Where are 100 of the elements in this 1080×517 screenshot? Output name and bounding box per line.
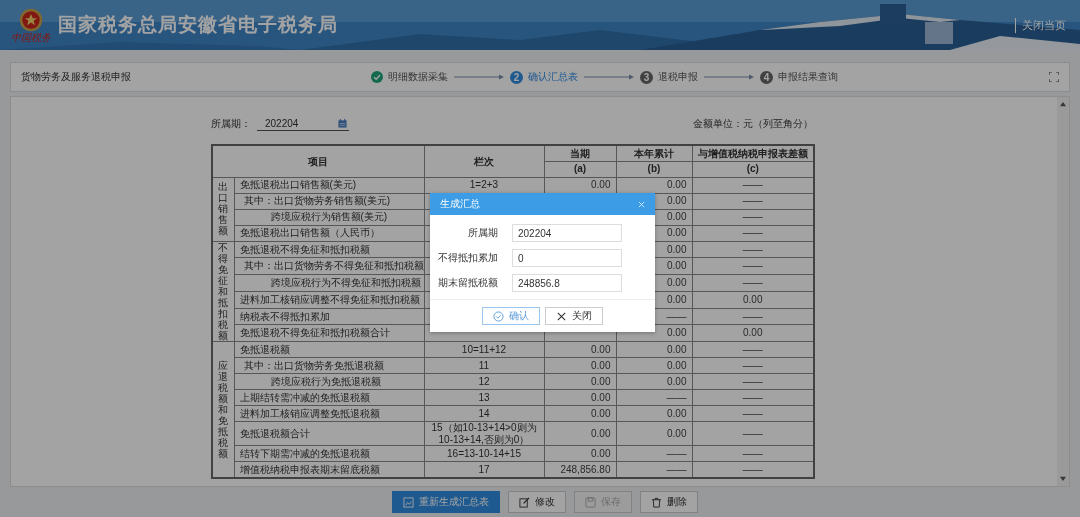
chart-icon bbox=[403, 496, 414, 508]
table-cell: 0.00 bbox=[591, 407, 611, 419]
table-cell: 免抵退税不得免征和抵扣税额合计 bbox=[234, 324, 424, 342]
table-cell: 15（如10-13+14>0则为 10-13+14,否则为0） bbox=[431, 422, 537, 445]
input-field[interactable]: 202204 bbox=[512, 224, 622, 242]
site-title: 国家税务总局安徽省电子税务局 bbox=[58, 13, 338, 37]
table-cell: 免抵退税额 bbox=[234, 341, 424, 358]
table-cell: 0.00 bbox=[591, 375, 611, 387]
table-cell: —— bbox=[666, 310, 687, 322]
table-cell: —— bbox=[666, 391, 687, 403]
table-cell: 13 bbox=[478, 391, 490, 403]
table-cell: 0.00 bbox=[667, 359, 687, 371]
close-page-link[interactable]: 关闭当页 bbox=[1015, 17, 1066, 33]
toolbar-button[interactable]: 删除 bbox=[640, 491, 698, 513]
table-cell: 其中：出口货物劳务不得免征和抵扣税额 bbox=[234, 257, 424, 275]
table-cell: 0.00 bbox=[667, 211, 687, 223]
table-cell: 17 bbox=[478, 463, 490, 475]
table-cell: —— bbox=[742, 359, 763, 371]
table-cell: 0.00 bbox=[591, 359, 611, 371]
table-cell: 14 bbox=[478, 407, 490, 419]
step-label[interactable]: 申报结果查询 bbox=[778, 70, 838, 84]
table-cell: 16=13-10-14+15 bbox=[447, 447, 521, 459]
table-cell: —— bbox=[742, 463, 763, 475]
close-button[interactable]: 关闭 bbox=[545, 307, 603, 325]
input-field[interactable]: 0 bbox=[512, 249, 622, 267]
table-cell: 0.00 bbox=[591, 391, 611, 403]
table-cell: —— bbox=[666, 447, 687, 459]
table-cell: 0.00 bbox=[667, 179, 687, 191]
table-cell: 0.00 bbox=[667, 195, 687, 207]
table-cell: 0.00 bbox=[667, 343, 687, 355]
table-cell: 上期结转需冲减的免抵退税额 bbox=[234, 389, 424, 406]
step-label[interactable]: 确认汇总表 bbox=[528, 70, 578, 84]
table-cell: 其中：出口货物劳务免抵退税额 bbox=[234, 357, 424, 374]
edit-icon bbox=[519, 496, 530, 508]
table-cell: —— bbox=[742, 277, 763, 289]
step-label[interactable]: 退税申报 bbox=[658, 70, 698, 84]
table-cell: 进料加工核销应调整免抵退税额 bbox=[234, 405, 424, 422]
step-arrow bbox=[704, 74, 754, 80]
table-cell: 0.00 bbox=[667, 243, 687, 255]
table-cell: —— bbox=[742, 310, 763, 322]
table-cell: —— bbox=[742, 427, 763, 439]
table-cell: 12 bbox=[478, 375, 490, 387]
table-cell: 跨境应税行为销售额(美元) bbox=[234, 209, 424, 225]
unit-note: 金额单位：元（列至角分） bbox=[693, 117, 813, 131]
table-cell: 纳税表不得抵扣累加 bbox=[234, 308, 424, 325]
field-label: 期末留抵税额 bbox=[437, 276, 498, 290]
confirm-button[interactable]: 确认 bbox=[482, 307, 540, 325]
table-cell: —— bbox=[742, 227, 763, 239]
table-cell: 进料加工核销应调整不得免征和抵扣税额 bbox=[234, 291, 424, 308]
column-header: (b) bbox=[616, 161, 692, 177]
table-cell: —— bbox=[742, 447, 763, 459]
table-cell: 0.00 bbox=[591, 343, 611, 355]
table-cell: —— bbox=[742, 343, 763, 355]
column-header: 项目 bbox=[212, 145, 424, 177]
toolbar-button[interactable]: 重新生成汇总表 bbox=[392, 491, 500, 513]
period-label: 所属期： bbox=[211, 117, 251, 131]
group-label: 出口销售额 bbox=[218, 181, 229, 237]
table-cell: —— bbox=[742, 407, 763, 419]
step-arrow bbox=[584, 74, 634, 80]
check-circle-icon bbox=[493, 310, 504, 322]
calendar-icon[interactable] bbox=[338, 118, 347, 128]
table-cell: —— bbox=[742, 391, 763, 403]
group-label: 不得免征和抵扣税额 bbox=[218, 241, 229, 341]
table-cell: 0.00 bbox=[667, 227, 687, 239]
table-cell: 11 bbox=[478, 359, 490, 371]
step-number: 4 bbox=[760, 70, 773, 84]
dialog-title: 生成汇总 bbox=[440, 197, 480, 211]
table-cell: —— bbox=[742, 179, 763, 191]
logo-text: 中国税务 bbox=[11, 33, 51, 43]
field-label: 不得抵扣累加 bbox=[437, 251, 498, 265]
table-cell: 免抵退税出口销售额(美元) bbox=[234, 177, 424, 193]
table-cell: 0.00 bbox=[591, 447, 611, 459]
table-cell: 0.00 bbox=[667, 327, 687, 339]
field-label: 所属期 bbox=[467, 226, 498, 240]
close-icon bbox=[556, 310, 567, 322]
input-field[interactable]: 248856.8 bbox=[512, 274, 622, 292]
step-number: 3 bbox=[640, 70, 653, 84]
column-header: (a) bbox=[544, 161, 616, 177]
fullscreen-icon[interactable] bbox=[1049, 72, 1059, 82]
period-field[interactable]: 202204 bbox=[257, 117, 349, 131]
table-cell: 10=11+12 bbox=[461, 343, 507, 355]
page-title: 货物劳务及服务退税申报 bbox=[21, 70, 132, 84]
toolbar-button[interactable]: 修改 bbox=[508, 491, 566, 513]
table-cell: —— bbox=[742, 211, 763, 223]
table-cell: 跨境应税行为免抵退税额 bbox=[234, 373, 424, 390]
table-cell: —— bbox=[742, 195, 763, 207]
close-icon[interactable] bbox=[638, 200, 645, 208]
table-cell: 0.00 bbox=[743, 293, 763, 305]
table-cell: 0.00 bbox=[667, 407, 687, 419]
scrollbar-drawing[interactable] bbox=[1057, 97, 1069, 486]
column-header: 当期 bbox=[544, 145, 616, 161]
table-cell: 0.00 bbox=[743, 327, 763, 339]
table-cell: 248,856.80 bbox=[560, 463, 611, 475]
column-header: 栏次 bbox=[424, 145, 544, 177]
column-header: 本年累计 bbox=[616, 145, 692, 161]
step-label[interactable]: 明细数据采集 bbox=[388, 70, 448, 84]
group-label: 应退税额和免抵税额 bbox=[218, 359, 229, 459]
table-cell: 其中：出口货物劳务销售额(美元) bbox=[234, 193, 424, 209]
step-number: 2 bbox=[510, 70, 523, 84]
table-cell: 0.00 bbox=[667, 293, 687, 305]
